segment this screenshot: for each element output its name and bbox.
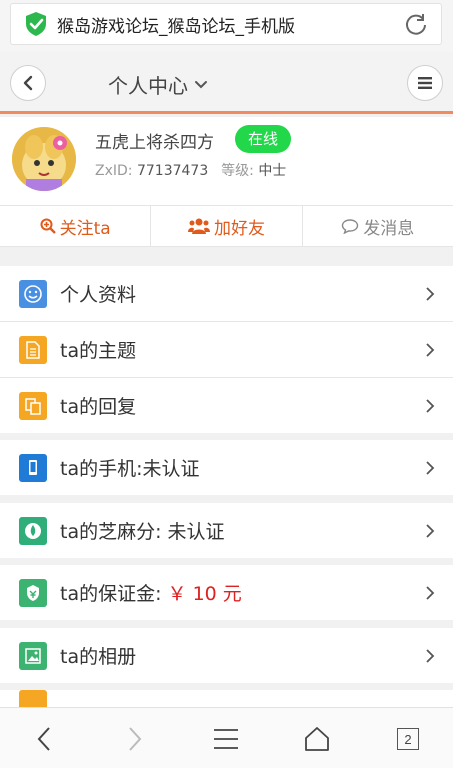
users-icon [187, 218, 210, 234]
deposit-amount: ￥ 10 元 [167, 583, 242, 605]
chevron-right-icon [426, 586, 435, 600]
secure-shield-icon [26, 12, 46, 36]
menu-item-sesame-score[interactable]: ta的芝麻分: 未认证 [0, 503, 453, 558]
menu-item-label: ta的保证金: ￥ 10 元 [60, 579, 453, 606]
zxid-value: 77137473 [136, 163, 209, 179]
partial-menu-icon [19, 690, 47, 707]
menu-item-label: ta的相册 [60, 646, 137, 668]
menu-item-album[interactable]: ta的相册 [0, 628, 453, 683]
hamburger-icon [418, 77, 432, 89]
chevron-right-icon [426, 287, 435, 301]
nav-back-button[interactable] [30, 725, 58, 753]
deposit-icon [19, 578, 47, 607]
cartoon-avatar-icon [12, 127, 76, 191]
profile-actions: 关注ta 加好友 发消息 [0, 205, 453, 247]
add-friend-button[interactable]: 加好友 [151, 206, 303, 246]
message-label: 发消息 [363, 218, 415, 239]
menu-item-phone[interactable]: ta的手机:未认证 [0, 440, 453, 495]
phone-icon [19, 453, 47, 482]
follow-button[interactable]: 关注ta [0, 206, 152, 246]
reply-icon [19, 391, 47, 420]
browser-address-bar: 猴岛游戏论坛_猴岛论坛_手机版 [0, 0, 453, 52]
chevron-right-icon [426, 649, 435, 663]
arrow-right-icon [129, 727, 142, 751]
deposit-label: ta的保证金: [60, 583, 162, 605]
tab-count: 2 [397, 728, 419, 750]
follow-label: 关注ta [59, 218, 111, 239]
smiley-icon [19, 279, 47, 308]
nav-menu-button[interactable] [212, 725, 240, 753]
avatar[interactable] [12, 127, 76, 191]
nav-forward-button[interactable] [121, 725, 149, 753]
chevron-left-icon [23, 75, 33, 91]
document-icon [19, 335, 47, 364]
level-label: 等级: [221, 163, 254, 179]
menu-button[interactable] [407, 65, 443, 101]
nav-tabs-button[interactable]: 2 [394, 725, 422, 753]
online-status-badge: 在线 [235, 125, 291, 153]
menu-item-label: ta的芝麻分: 未认证 [60, 521, 225, 543]
header-title: 个人中心 [108, 74, 188, 98]
send-message-button[interactable]: 发消息 [303, 206, 453, 246]
chevron-down-icon [195, 80, 207, 88]
level-value: 中士 [258, 163, 287, 179]
menu-lines-icon [214, 729, 238, 749]
page-header: 个人中心 [0, 52, 453, 114]
nav-home-button[interactable] [303, 725, 331, 753]
reload-icon[interactable] [403, 11, 429, 37]
back-button[interactable] [10, 65, 46, 101]
menu-item-label: ta的手机:未认证 [60, 458, 200, 480]
add-friend-label: 加好友 [213, 218, 265, 239]
chevron-right-icon [426, 461, 435, 475]
username: 五虎上将杀四方 [95, 133, 214, 153]
chevron-right-icon [426, 399, 435, 413]
menu-item-deposit[interactable]: ta的保证金: ￥ 10 元 [0, 565, 453, 620]
header-title-dropdown[interactable]: 个人中心 [108, 70, 208, 99]
profile-card: 五虎上将杀四方 在线 ZxID: 77137473 等级: 中士 [0, 117, 453, 205]
menu-item-label: ta的回复 [60, 396, 137, 418]
menu-item-threads[interactable]: ta的主题 [0, 322, 453, 377]
search-plus-icon [40, 218, 56, 234]
arrow-left-icon [37, 727, 50, 751]
browser-bottom-nav: 2 [0, 707, 453, 768]
chevron-right-icon [426, 343, 435, 357]
zxid-label: ZxID: [95, 163, 133, 179]
home-icon [305, 727, 329, 751]
chevron-right-icon [426, 524, 435, 538]
menu-item-replies[interactable]: ta的回复 [0, 378, 453, 433]
album-icon [19, 641, 47, 670]
chat-bubble-icon [342, 219, 359, 234]
menu-item-label: ta的主题 [60, 340, 137, 362]
menu-item-partial[interactable] [0, 690, 453, 707]
menu-item-profile-info[interactable]: 个人资料 [0, 266, 453, 321]
profile-meta: ZxID: 77137473 等级: 中士 [95, 160, 286, 180]
page-title: 猴岛游戏论坛_猴岛论坛_手机版 [57, 16, 295, 37]
menu-item-label: 个人资料 [60, 284, 137, 306]
url-field[interactable]: 猴岛游戏论坛_猴岛论坛_手机版 [10, 3, 442, 45]
sesame-icon [19, 516, 47, 545]
